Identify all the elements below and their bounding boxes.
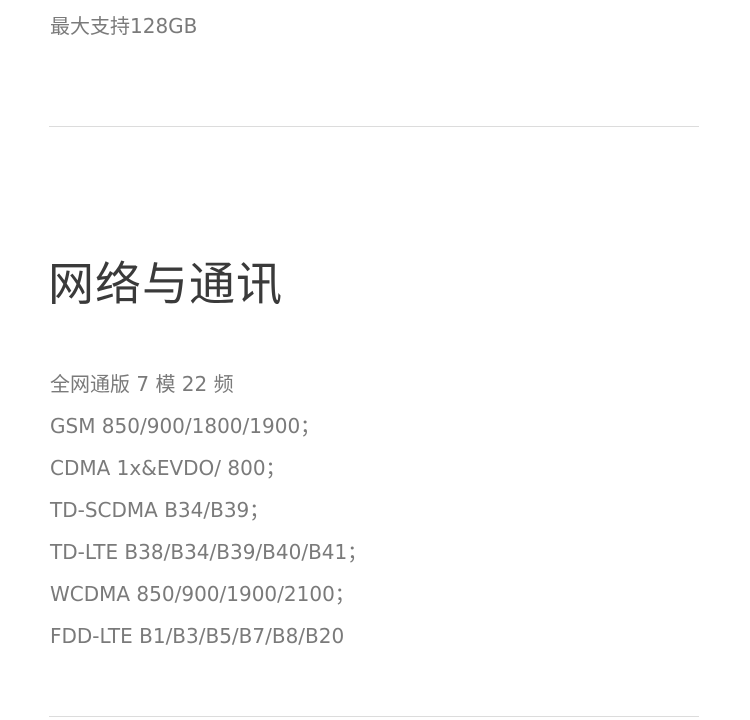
section-divider: [49, 716, 699, 717]
spec-item: WCDMA 850/900/1900/2100；: [50, 582, 355, 606]
network-spec-list: 全网通版 7 模 22 频 GSM 850/900/1800/1900； CDM…: [50, 363, 367, 657]
spec-item: TD-LTE B38/B34/B39/B40/B41；: [50, 540, 368, 564]
spec-item: TD-SCDMA B34/B39；: [50, 498, 270, 522]
spec-item: FDD-LTE B1/B3/B5/B7/B8/B20: [50, 624, 345, 648]
storage-note: 最大支持128GB: [50, 14, 198, 38]
spec-item: CDMA 1x&EVDO/ 800；: [50, 456, 286, 480]
section-title: 网络与通讯: [48, 257, 283, 311]
section-divider: [49, 126, 699, 127]
spec-item: 全网通版 7 模 22 频: [50, 372, 234, 396]
spec-item: GSM 850/900/1800/1900；: [50, 414, 321, 438]
